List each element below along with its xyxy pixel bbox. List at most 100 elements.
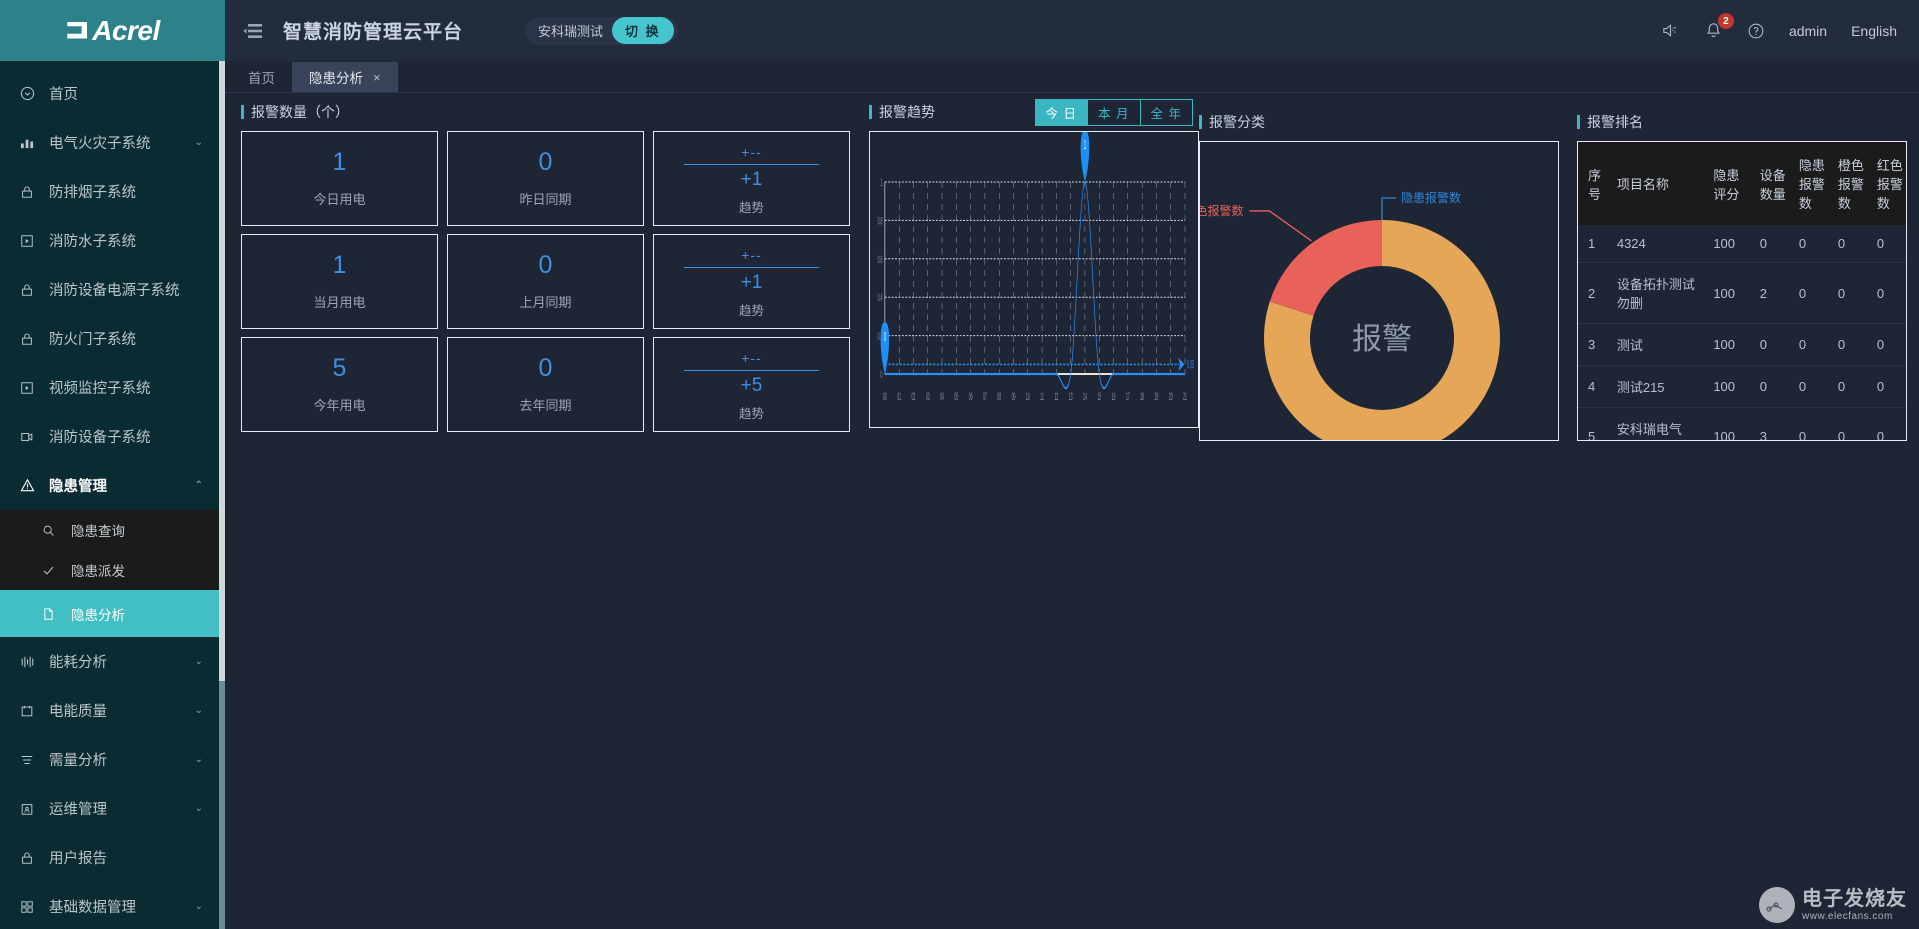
kpi-card-yesterday[interactable]: 0 昨日同期 bbox=[447, 131, 644, 226]
switch-tenant-button[interactable]: 切 换 bbox=[612, 17, 674, 44]
sidebar-item-hazard-query[interactable]: 隐患查询 bbox=[0, 510, 225, 550]
sidebar-item-video-monitor[interactable]: 视频监控子系统 bbox=[0, 363, 225, 412]
table-row[interactable]: 3 测试 100 0 0 0 0 bbox=[1578, 323, 1906, 366]
kpi-card-last-month[interactable]: 0 上月同期 bbox=[447, 234, 644, 329]
sidebar-item-label: 运维管理 bbox=[49, 802, 107, 818]
help-circle-icon[interactable] bbox=[1747, 22, 1765, 40]
sidebar-item-label: 视频监控子系统 bbox=[49, 381, 151, 397]
table-cell: 测试215 bbox=[1606, 365, 1704, 408]
svg-text:16: 16 bbox=[1112, 391, 1116, 403]
kpi-trend-value: +1 bbox=[740, 271, 763, 293]
table-cell: 4 bbox=[1578, 365, 1607, 408]
kpi-grid: 1 今日用电 0 昨日同期 +-- +1 趋势 1 当月用电 0 上月同期 +-… bbox=[241, 131, 851, 432]
table-cell: 0 bbox=[1866, 225, 1906, 263]
sidebar-item-fire-device[interactable]: 消防设备子系统 bbox=[0, 412, 225, 461]
sidebar-item-label: 防火门子系统 bbox=[49, 332, 136, 348]
range-button-year[interactable]: 全 年 bbox=[1139, 99, 1193, 126]
sidebar-item-energy-analysis[interactable]: 能耗分析 ⌄ bbox=[0, 637, 225, 686]
sidebar-item-hazard-analysis[interactable]: 隐患分析 bbox=[0, 590, 225, 637]
language-switcher[interactable]: English bbox=[1851, 23, 1897, 39]
grid-icon bbox=[20, 900, 40, 914]
kpi-card-trend-day[interactable]: +-- +1 趋势 bbox=[653, 131, 850, 226]
kpi-label: 昨日同期 bbox=[519, 191, 572, 207]
sidebar-item-fire-door[interactable]: 防火门子系统 bbox=[0, 314, 225, 363]
content-area: 报警数量（个） 1 今日用电 0 昨日同期 +-- +1 趋势 1 当月用电 0… bbox=[225, 93, 1919, 929]
sidebar-item-demand-analysis[interactable]: 需量分析 ⌄ bbox=[0, 735, 225, 784]
table-row[interactable]: 2 设备拓扑测试勿删 100 2 0 0 0 bbox=[1578, 262, 1906, 324]
alarm-rank-table-box[interactable]: 序号 项目名称 隐患评分 设备数量 隐患报警数 橙色报警数 红色报警数 1 432… bbox=[1577, 141, 1907, 441]
home-icon bbox=[20, 86, 40, 101]
table-cell: 0 bbox=[1749, 323, 1789, 366]
column-header-index: 序号 bbox=[1578, 142, 1607, 225]
kpi-card-year[interactable]: 5 今年用电 bbox=[241, 337, 438, 432]
kpi-value: 0 bbox=[538, 250, 553, 279]
menu-collapse-icon[interactable] bbox=[241, 19, 265, 43]
sidebar-item-power-quality[interactable]: 电能质量 ⌄ bbox=[0, 686, 225, 735]
sidebar-item-user-report[interactable]: 用户报告 bbox=[0, 833, 225, 882]
user-menu[interactable]: admin bbox=[1789, 23, 1827, 39]
kpi-trend-divider bbox=[684, 266, 819, 268]
sidebar-item-label: 电气火灾子系统 bbox=[49, 136, 151, 152]
alarm-classify-chart[interactable]: 报警 隐患报警数红色报警数 bbox=[1199, 141, 1559, 441]
chevron-down-icon: ⌄ bbox=[194, 655, 203, 667]
kpi-card-trend-year[interactable]: +-- +5 趋势 bbox=[653, 337, 850, 432]
kpi-card-trend-month[interactable]: +-- +1 趋势 bbox=[653, 234, 850, 329]
sidebar-group-hazard-management[interactable]: 隐患管理 ⌃ bbox=[0, 461, 225, 510]
sidebar-item-hazard-dispatch[interactable]: 隐患派发 bbox=[0, 550, 225, 590]
kpi-label: 今年用电 bbox=[313, 397, 366, 413]
svg-text:14: 14 bbox=[1083, 391, 1087, 403]
chart-bar-icon bbox=[20, 135, 40, 150]
svg-text:07: 07 bbox=[983, 391, 987, 403]
sound-icon[interactable] bbox=[1661, 21, 1680, 40]
svg-text:01: 01 bbox=[897, 391, 901, 403]
table-row[interactable]: 5安科瑞电气54656341003000 bbox=[1578, 407, 1906, 440]
tab-hazard-analysis[interactable]: 隐患分析 × bbox=[292, 62, 398, 92]
kpi-card-today[interactable]: 1 今日用电 bbox=[241, 131, 438, 226]
tenant-switcher: 安科瑞测试 切 换 bbox=[525, 16, 678, 45]
svg-text:09: 09 bbox=[1012, 391, 1016, 403]
sidebar-scrollbar-thumb[interactable] bbox=[219, 61, 225, 681]
lock-icon bbox=[20, 185, 40, 199]
tab-label: 隐患分析 bbox=[309, 71, 363, 86]
brand-logo: Acrel bbox=[0, 0, 225, 61]
svg-text:0.4: 0.4 bbox=[878, 292, 883, 304]
sidebar-item-basic-data[interactable]: 基础数据管理 ⌄ bbox=[0, 882, 225, 929]
kpi-card-last-year[interactable]: 0 去年同期 bbox=[447, 337, 644, 432]
kpi-trend-top: +-- bbox=[741, 247, 762, 264]
svg-text:12: 12 bbox=[1054, 391, 1058, 403]
search-icon bbox=[42, 524, 62, 537]
table-row[interactable]: 1 4324 100 0 0 0 0 bbox=[1578, 225, 1906, 263]
range-button-month[interactable]: 本 月 bbox=[1087, 99, 1141, 126]
play-square-icon bbox=[20, 234, 40, 248]
range-button-group: 今 日 本 月 全 年 bbox=[1034, 99, 1193, 126]
sidebar-item-home[interactable]: 首页 bbox=[0, 69, 225, 118]
table-row[interactable]: 4 测试215 100 0 0 0 0 bbox=[1578, 365, 1906, 408]
kpi-trend-top: +-- bbox=[741, 350, 762, 367]
range-button-today[interactable]: 今 日 bbox=[1034, 99, 1089, 126]
table-cell: 0 bbox=[1827, 323, 1867, 366]
table-cell: 5 bbox=[1578, 407, 1607, 440]
alarm-trend-chart[interactable]: 0 0.2 0.4 0.6 0.8 1 00 01 02 03 04 05 06 07 08 09 10 11 12… bbox=[869, 130, 1199, 428]
sidebar-item-label: 防排烟子系统 bbox=[49, 185, 136, 201]
kpi-label: 当月用电 bbox=[313, 294, 366, 310]
table-cell: 安科瑞电气5465634 bbox=[1606, 407, 1704, 440]
sidebar-item-ops-management[interactable]: 运维管理 ⌄ bbox=[0, 784, 225, 833]
column-header-red-alarms: 红色报警数 bbox=[1866, 142, 1906, 225]
sidebar-item-fire-power[interactable]: 消防设备电源子系统 bbox=[0, 265, 225, 314]
sidebar-item-fire-water[interactable]: 消防水子系统 bbox=[0, 216, 225, 265]
bell-icon[interactable]: 2 bbox=[1704, 13, 1734, 40]
tab-home[interactable]: 首页 bbox=[231, 62, 292, 92]
sidebar-item-label: 用户报告 bbox=[49, 851, 107, 867]
sidebar-item-electrical-fire[interactable]: 电气火灾子系统 ⌄ bbox=[0, 118, 225, 167]
kpi-label: 今日用电 bbox=[313, 191, 366, 207]
svg-text:02: 02 bbox=[912, 391, 916, 403]
kpi-value: 1 bbox=[332, 147, 347, 176]
sidebar-item-smoke-control[interactable]: 防排烟子系统 bbox=[0, 167, 225, 216]
svg-text:1: 1 bbox=[880, 177, 882, 189]
kpi-card-month[interactable]: 1 当月用电 bbox=[241, 234, 438, 329]
svg-text:报警: 报警 bbox=[1352, 323, 1412, 356]
lock-icon bbox=[20, 851, 40, 865]
chevron-down-icon: ⌄ bbox=[194, 753, 203, 765]
close-icon[interactable]: × bbox=[373, 70, 381, 85]
svg-text:08: 08 bbox=[997, 391, 1001, 403]
